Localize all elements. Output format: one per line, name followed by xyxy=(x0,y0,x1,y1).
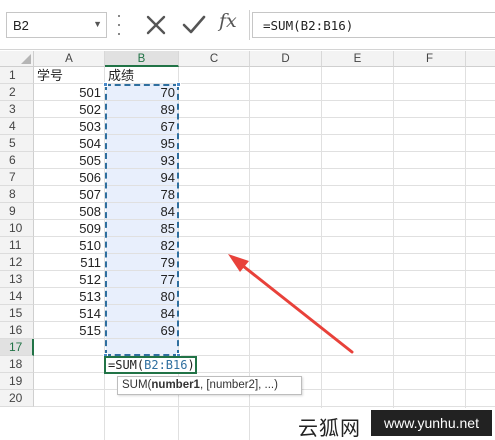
watermark-left: 云狐网 xyxy=(298,418,361,440)
red-arrow-icon xyxy=(228,254,354,354)
watermark-right: www.yunhu.net xyxy=(371,410,492,436)
watermark-logo: 云狐网 www.yunhu.net xyxy=(292,408,495,440)
